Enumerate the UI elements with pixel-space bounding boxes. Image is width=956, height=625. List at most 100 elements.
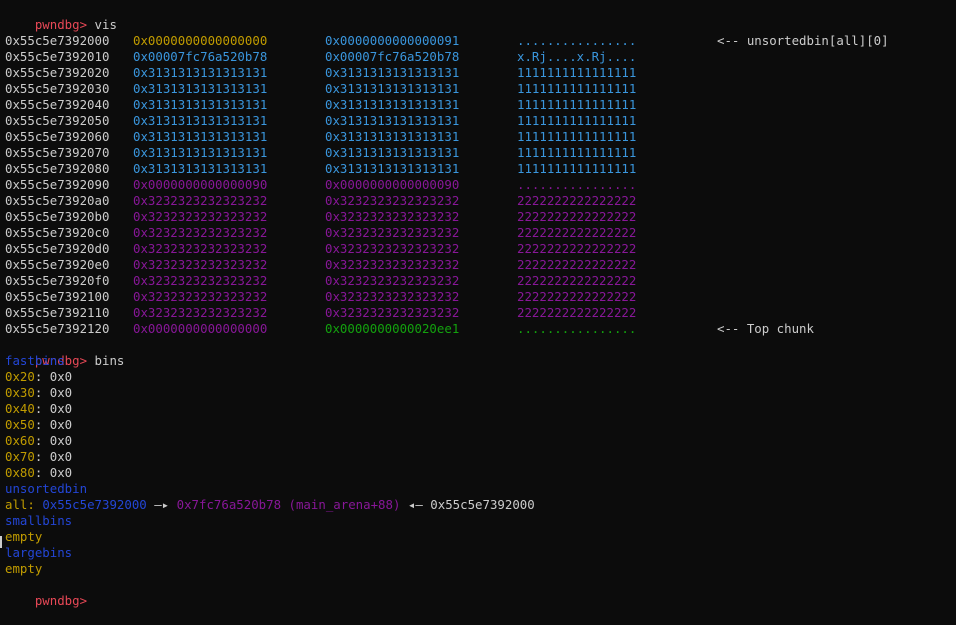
row-address: 0x55c5e7392060 xyxy=(5,129,110,144)
fastbin-row: 0x30: 0x0 xyxy=(5,385,73,400)
heap-vis-row: 0x55c5e7392030 0x3131313131313131 0x313131… xyxy=(0,81,956,97)
row-address: 0x55c5e73920d0 xyxy=(5,241,110,256)
row-qword-1: 0x3232323232323232 xyxy=(133,257,268,272)
row-qword-1: 0x3232323232323232 xyxy=(133,273,268,288)
heap-vis-row: 0x55c5e7392020 0x3131313131313131 0x313131… xyxy=(0,65,956,81)
row-ascii: 1111111111111111 xyxy=(517,65,637,80)
prompt-line-current[interactable]: pwndbg> xyxy=(0,577,956,608)
row-ascii: 2222222222222222 xyxy=(517,305,637,320)
unsorted-addr: 0x55c5e7392000 xyxy=(42,497,147,512)
row-address: 0x55c5e73920c0 xyxy=(5,225,110,240)
fastbin-value: 0x0 xyxy=(49,465,73,480)
fastbin-size: 0x20 xyxy=(5,369,35,384)
row-qword-2: 0x3131313131313131 xyxy=(325,65,460,80)
arrow-right-icon: —▸ xyxy=(154,497,170,512)
unsorted-fd-symbol: (main_arena+88) xyxy=(288,497,401,512)
fastbin-row: 0x60: 0x0 xyxy=(5,433,73,448)
fastbin-row: 0x50: 0x0 xyxy=(5,417,73,432)
row-qword-1: 0x3131313131313131 xyxy=(133,113,268,128)
row-ascii: 2222222222222222 xyxy=(517,241,637,256)
heap-vis-row: 0x55c5e73920e0 0x3232323232323232 0x323232… xyxy=(0,257,956,273)
prompt-line-bins: pwndbg> bins xyxy=(0,337,956,368)
row-ascii: 1111111111111111 xyxy=(517,97,637,112)
heap-vis-row: 0x55c5e7392040 0x3131313131313131 0x313131… xyxy=(0,97,956,113)
row-ascii: ................ xyxy=(517,177,637,192)
row-address: 0x55c5e7392100 xyxy=(5,289,110,304)
row-ascii: 1111111111111111 xyxy=(517,81,637,96)
fastbin-value: 0x0 xyxy=(49,369,73,384)
row-address: 0x55c5e7392080 xyxy=(5,161,110,176)
fastbin-size: 0x30 xyxy=(5,385,35,400)
row-qword-2: 0x3232323232323232 xyxy=(325,305,460,320)
fastbin-row: 0x20: 0x0 xyxy=(5,369,73,384)
fastbin-size: 0x50 xyxy=(5,417,35,432)
row-qword-2: 0x3232323232323232 xyxy=(325,273,460,288)
heap-vis-row: 0x55c5e73920c0 0x3232323232323232 0x323232… xyxy=(0,225,956,241)
fastbin-row: 0x70: 0x0 xyxy=(5,449,73,464)
row-ascii: 2222222222222222 xyxy=(517,289,637,304)
fastbins-list: 0x20: 0x0 0x30: 0x0 0x40: 0x0 0x50: 0x0 0x60… xyxy=(0,369,956,481)
fastbin-size: 0x40 xyxy=(5,401,35,416)
fastbin-size: 0x80 xyxy=(5,465,35,480)
row-qword-2: 0x00007fc76a520b78 xyxy=(325,49,460,64)
row-qword-2: 0x3131313131313131 xyxy=(325,97,460,112)
heap-vis-row: 0x55c5e73920b0 0x3232323232323232 0x323232… xyxy=(0,209,956,225)
row-qword-2: 0x3232323232323232 xyxy=(325,209,460,224)
row-address: 0x55c5e7392010 xyxy=(5,49,110,64)
row-qword-1: 0x0000000000000000 xyxy=(133,321,268,336)
row-ascii: ................ xyxy=(517,33,637,48)
unsorted-bk: 0x55c5e7392000 xyxy=(430,497,535,512)
heap-vis-table: 0x55c5e7392000 0x0000000000000000 0x000000… xyxy=(0,33,956,337)
heap-vis-row: 0x55c5e7392010 0x00007fc76a520b78 0x00007f… xyxy=(0,49,956,65)
fastbin-size: 0x60 xyxy=(5,433,35,448)
unsorted-key: all: xyxy=(5,497,35,512)
row-qword-2: 0x3232323232323232 xyxy=(325,289,460,304)
row-qword-1: 0x3131313131313131 xyxy=(133,81,268,96)
row-ascii: 1111111111111111 xyxy=(517,161,637,176)
row-address: 0x55c5e73920f0 xyxy=(5,273,110,288)
row-qword-2: 0x0000000000000091 xyxy=(325,33,460,48)
heap-vis-row: 0x55c5e7392100 0x3232323232323232 0x323232… xyxy=(0,289,956,305)
row-address: 0x55c5e7392020 xyxy=(5,65,110,80)
heap-vis-row: 0x55c5e7392090 0x0000000000000090 0x000000… xyxy=(0,177,956,193)
unsorted-fd: 0x7fc76a520b78 xyxy=(176,497,282,512)
row-ascii: 2222222222222222 xyxy=(517,193,637,208)
row-ascii: 2222222222222222 xyxy=(517,225,637,240)
row-address: 0x55c5e7392070 xyxy=(5,145,110,160)
largebins-heading: largebins xyxy=(5,545,73,560)
row-address: 0x55c5e7392120 xyxy=(5,321,110,336)
fastbin-value: 0x0 xyxy=(49,417,73,432)
terminal-window[interactable]: pwndbg> vis 0x55c5e7392000 0x000000000000… xyxy=(0,0,956,608)
fastbin-value: 0x0 xyxy=(49,449,73,464)
row-qword-1: 0x3232323232323232 xyxy=(133,209,268,224)
row-qword-1: 0x3232323232323232 xyxy=(133,289,268,304)
row-qword-1: 0x3131313131313131 xyxy=(133,161,268,176)
heap-vis-row: 0x55c5e7392000 0x0000000000000000 0x000000… xyxy=(0,33,956,49)
row-address: 0x55c5e7392000 xyxy=(5,33,110,48)
smallbins-value: empty xyxy=(5,529,43,544)
row-ascii: 2222222222222222 xyxy=(517,209,637,224)
heap-vis-row: 0x55c5e7392120 0x0000000000000000 0x000000… xyxy=(0,321,956,337)
smallbins-heading: smallbins xyxy=(5,513,73,528)
row-qword-1: 0x3131313131313131 xyxy=(133,129,268,144)
fastbin-value: 0x0 xyxy=(49,401,73,416)
row-ascii: 1111111111111111 xyxy=(517,129,637,144)
row-qword-1: 0x0000000000000000 xyxy=(133,33,268,48)
row-qword-1: 0x3232323232323232 xyxy=(133,241,268,256)
row-qword-2: 0x3131313131313131 xyxy=(325,161,460,176)
row-qword-1: 0x0000000000000090 xyxy=(133,177,268,192)
row-ascii: 1111111111111111 xyxy=(517,145,637,160)
fastbin-value: 0x0 xyxy=(49,385,73,400)
prompt-label: pwndbg> xyxy=(34,593,88,608)
row-qword-1: 0x3131313131313131 xyxy=(133,97,268,112)
row-qword-1: 0x3131313131313131 xyxy=(133,65,268,80)
row-annotation: <-- Top chunk xyxy=(717,321,814,336)
row-ascii: 2222222222222222 xyxy=(517,257,637,272)
row-ascii: x.Rj....x.Rj.... xyxy=(517,49,637,64)
largebins-value: empty xyxy=(5,561,43,576)
fastbin-size: 0x70 xyxy=(5,449,35,464)
text-cursor xyxy=(0,536,2,548)
arrow-left-icon: ◂— xyxy=(407,497,423,512)
row-address: 0x55c5e73920a0 xyxy=(5,193,110,208)
